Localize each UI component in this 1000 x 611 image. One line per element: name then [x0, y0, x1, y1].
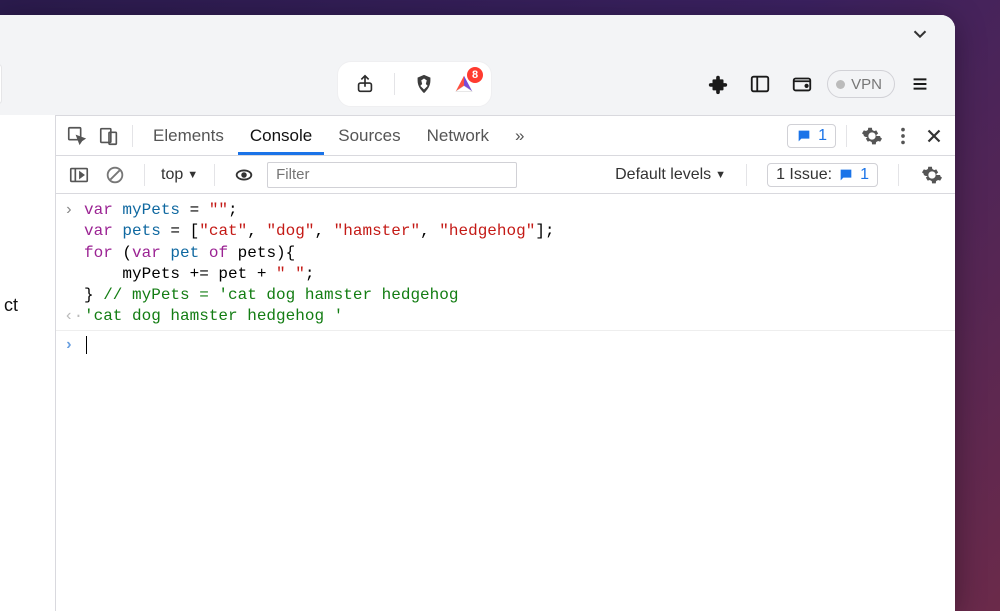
console-result-row: ‹· 'cat dog hamster hedgehog '	[56, 306, 955, 327]
code-block: var myPets = ""; var pets = ["cat", "dog…	[84, 200, 555, 306]
divider	[132, 125, 133, 147]
brave-rewards-icon[interactable]: 8	[447, 67, 481, 101]
clear-console-icon[interactable]	[102, 158, 128, 192]
device-toggle-icon[interactable]	[94, 119, 124, 153]
sidebar-toggle-icon[interactable]	[743, 67, 777, 101]
console-output[interactable]: › var myPets = ""; var pets = ["cat", "d…	[56, 194, 955, 611]
page-text-fragment: ct	[4, 295, 18, 315]
divider	[144, 164, 145, 186]
filter-input[interactable]	[267, 162, 517, 188]
levels-dropdown[interactable]: Default levels ▼	[615, 166, 726, 184]
kebab-menu-icon[interactable]	[891, 119, 915, 153]
wallet-icon[interactable]	[785, 67, 819, 101]
issues-label: 1 Issue:	[776, 166, 832, 184]
settings-icon[interactable]	[857, 119, 887, 153]
rewards-badge: 8	[467, 67, 483, 83]
cursor	[86, 336, 87, 354]
tabs-overflow[interactable]: »	[503, 116, 536, 155]
tab-elements[interactable]: Elements	[141, 116, 236, 155]
devtools-panel: Elements Console Sources Network » 1	[55, 115, 955, 611]
brave-shield-icon[interactable]	[407, 67, 441, 101]
browser-toolbar: 8 VPN	[0, 53, 955, 115]
divider	[898, 164, 899, 186]
divider	[846, 125, 847, 147]
browser-window: 8 VPN ct	[0, 15, 955, 611]
console-result: 'cat dog hamster hedgehog '	[84, 306, 343, 327]
live-expression-icon[interactable]	[231, 158, 257, 192]
issues-count: 1	[860, 166, 869, 184]
console-filterbar: top ▼ Default levels ▼ 1 Issue:	[56, 156, 955, 194]
share-icon[interactable]	[348, 67, 382, 101]
vpn-label: VPN	[851, 76, 882, 93]
toolbar-pill-group: 8	[337, 61, 492, 107]
titlebar	[0, 15, 955, 53]
content-area: ct Elements Console Sources Network »	[0, 115, 955, 611]
close-devtools-icon[interactable]	[919, 119, 949, 153]
page-content-sliver: ct	[0, 115, 55, 611]
vpn-status-dot	[836, 80, 845, 89]
inspect-element-icon[interactable]	[62, 119, 92, 153]
toolbar-right: VPN	[701, 67, 955, 101]
menu-icon[interactable]	[903, 67, 937, 101]
messages-count: 1	[818, 127, 827, 145]
console-prompt[interactable]: ›	[56, 333, 955, 358]
extensions-icon[interactable]	[701, 67, 735, 101]
minimize-tabgroup-button[interactable]	[903, 17, 937, 51]
issues-box[interactable]: 1 Issue: 1	[767, 163, 878, 187]
console-input-block: › var myPets = ""; var pets = ["cat", "d…	[56, 200, 955, 306]
context-dropdown[interactable]: top ▼	[161, 166, 198, 184]
tab-sources[interactable]: Sources	[326, 116, 412, 155]
divider	[214, 164, 215, 186]
url-box-fragment[interactable]	[0, 64, 2, 104]
divider	[746, 164, 747, 186]
messages-count-box[interactable]: 1	[787, 124, 836, 148]
console-settings-icon[interactable]	[919, 158, 945, 192]
tab-console[interactable]: Console	[238, 116, 324, 155]
toggle-sidebar-icon[interactable]	[66, 158, 92, 192]
tab-network[interactable]: Network	[415, 116, 501, 155]
vpn-button[interactable]: VPN	[827, 70, 895, 98]
devtools-tabbar: Elements Console Sources Network » 1	[56, 116, 955, 156]
divider	[394, 73, 395, 95]
